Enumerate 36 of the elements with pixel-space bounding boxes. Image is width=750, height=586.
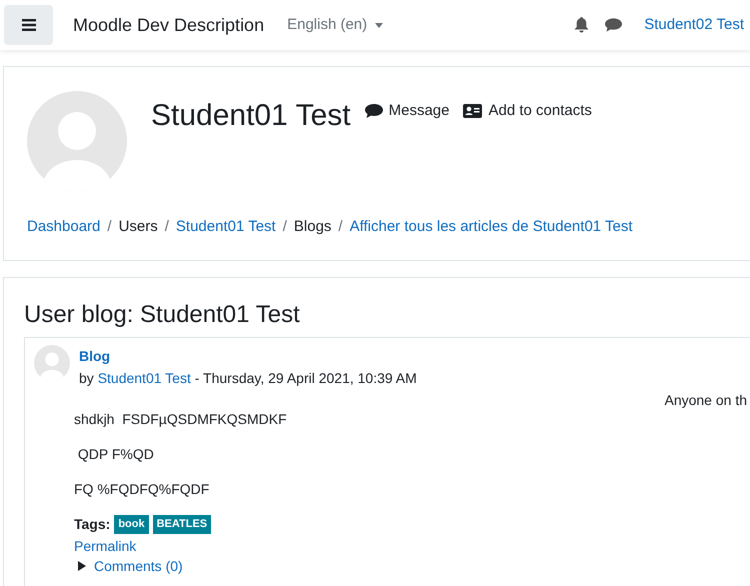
message-button[interactable]: Message: [364, 100, 450, 122]
bell-icon[interactable]: [574, 17, 590, 33]
menu-icon: [22, 19, 36, 31]
site-name[interactable]: Moodle Dev Description: [73, 12, 264, 38]
breadcrumb-link[interactable]: Afficher tous les articles de Student01 Test: [350, 216, 633, 238]
breadcrumb-separator: /: [164, 217, 169, 237]
breadcrumb-item: Users: [118, 217, 158, 237]
post-paragraph: FQ %FQDFQ%FQDF: [74, 480, 210, 499]
tags-label: Tags:: [74, 515, 110, 534]
blog-title: User blog: Student01 Test: [24, 300, 301, 330]
comments-toggle[interactable]: Comments (0): [78, 557, 183, 575]
avatar-icon: [34, 345, 70, 381]
breadcrumb-link[interactable]: Student01 Test: [176, 216, 276, 238]
language-menu[interactable]: English (en): [287, 14, 384, 36]
author-link[interactable]: Student01 Test: [98, 370, 191, 386]
breadcrumb-link[interactable]: Dashboard: [27, 216, 100, 238]
caret-icon: [375, 22, 384, 28]
breadcrumb-separator: /: [338, 217, 343, 237]
menu-button[interactable]: [4, 5, 53, 45]
user-menu-link[interactable]: Student02 Test: [644, 14, 744, 36]
permalink-link[interactable]: Permalink: [74, 535, 750, 557]
tag-badge[interactable]: book: [114, 515, 149, 534]
breadcrumb-item: Blogs: [294, 217, 332, 237]
breadcrumb-separator: /: [107, 217, 112, 237]
tag-badge[interactable]: BEATLES: [152, 515, 212, 534]
post-byline: by Student01 Test - Thursday, 29 April 2021, 10:39 AM: [79, 369, 417, 388]
post-subject[interactable]: Blog: [79, 345, 417, 367]
speech-bubble-icon: [364, 104, 383, 118]
add-contact-button[interactable]: Add to contacts: [463, 100, 592, 122]
contact-card-icon: [463, 104, 482, 118]
breadcrumb-separator: /: [282, 217, 287, 237]
post-paragraph: shdkjh FSDFµQSDMFKQSMDKF: [74, 410, 288, 429]
profile-name: Student01 Test: [151, 98, 351, 134]
post-visibility: Anyone on th: [664, 391, 747, 410]
speech-bubble-icon[interactable]: [605, 18, 622, 32]
post-paragraph: QDP F%QD: [76, 445, 155, 464]
